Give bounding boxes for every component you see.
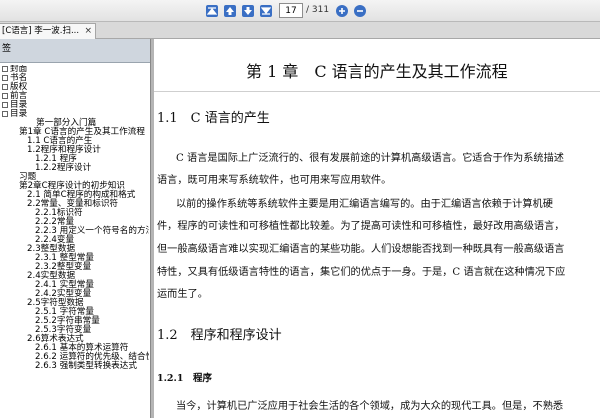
paragraph-line: 以前的操作系统等系统软件主要是用汇编语言编写的。由于汇编语言依赖于计算机硬 [176, 199, 553, 210]
page-total-label: / 311 [306, 5, 330, 15]
zoom-out-icon[interactable] [351, 3, 368, 19]
bookmark-item[interactable]: 2.6.3 强制类型转换表达式 [0, 362, 149, 371]
close-icon[interactable]: × [84, 24, 92, 38]
bookmark-label: 1.2.2程序设计 [35, 163, 92, 173]
bookmark-checkbox[interactable] [2, 66, 8, 72]
bookmarks-panel: 签 封面 书名 版权 前言 目录 目录 第一部分入门篇 第1章 C语言的产生及其工作流程 1.1… [0, 39, 151, 418]
chapter-title: 第 1 章 C 语言的产生及其工作流程 [246, 62, 508, 81]
bookmark-label: 目录 [10, 109, 28, 119]
paragraph-line: 但一般高级语言难以实现汇编语言的某些功能。人们设想能否找到一种既具有一般高级语言 [157, 244, 565, 255]
bookmark-item[interactable]: 2.2.3 用定义一个符号名的方法 [0, 227, 149, 236]
bookmarks-panel-header: 签 [0, 39, 150, 63]
bookmark-checkbox[interactable] [2, 93, 8, 99]
document-tab[interactable]: [C语言] 李一波.扫... × [0, 23, 96, 39]
paragraph-line: 特性，又具有低级语言特性的语言，集它们的优点于一身。于是，C 语言就在这种情况下… [157, 267, 566, 278]
bookmark-label: 2.6.3 强制类型转换表达式 [35, 361, 137, 371]
bookmark-checkbox[interactable] [2, 84, 8, 90]
bookmark-tree: 封面 书名 版权 前言 目录 目录 第一部分入门篇 第1章 C语言的产生及其工作流程 1.1 C… [0, 65, 149, 418]
section-title-1-1: 1.1 C 语言的产生 [157, 111, 270, 126]
paragraph-line: 运而生了。 [157, 289, 208, 300]
zoom-in-icon[interactable] [333, 3, 350, 19]
subsection-title-1-2-1: 1.2.1 程序 [157, 373, 212, 384]
paragraph-line: 当今，计算机已广泛应用于社会生活的各个领域，成为大众的现代工具。但是，不熟悉 [176, 401, 564, 412]
bookmark-item[interactable]: 2.2.1标识符 [0, 209, 149, 218]
paragraph-line: C 语言是国际上广泛流行的、很有发展前途的计算机高级语言。它适合于作为系统描述 [176, 153, 564, 164]
next-page-icon[interactable] [239, 3, 256, 19]
navigation-toolbar: / 311 [0, 0, 600, 22]
bookmark-checkbox[interactable] [2, 111, 8, 117]
prev-page-icon[interactable] [221, 3, 238, 19]
page-divider [154, 91, 600, 92]
document-tab-label: [C语言] 李一波.扫... [2, 26, 80, 36]
first-page-icon[interactable] [203, 3, 220, 19]
bookmark-checkbox[interactable] [2, 75, 8, 81]
page-number-input[interactable] [279, 3, 303, 18]
document-page: 第 1 章 C 语言的产生及其工作流程 1.1 C 语言的产生 C 语言是国际上… [154, 39, 600, 418]
tab-bar: [C语言] 李一波.扫... × [0, 22, 600, 39]
paragraph-line: 件，程序的可读性和可移植性都比较差。为了提高可读性和可移植性，最好改用高级语言， [157, 221, 565, 232]
section-title-1-2: 1.2 程序和程序设计 [157, 328, 282, 343]
bookmark-checkbox[interactable] [2, 102, 8, 108]
paragraph-line: 语言，既可用来写系统软件，也可用来写应用软件。 [157, 175, 392, 186]
last-page-icon[interactable] [257, 3, 274, 19]
